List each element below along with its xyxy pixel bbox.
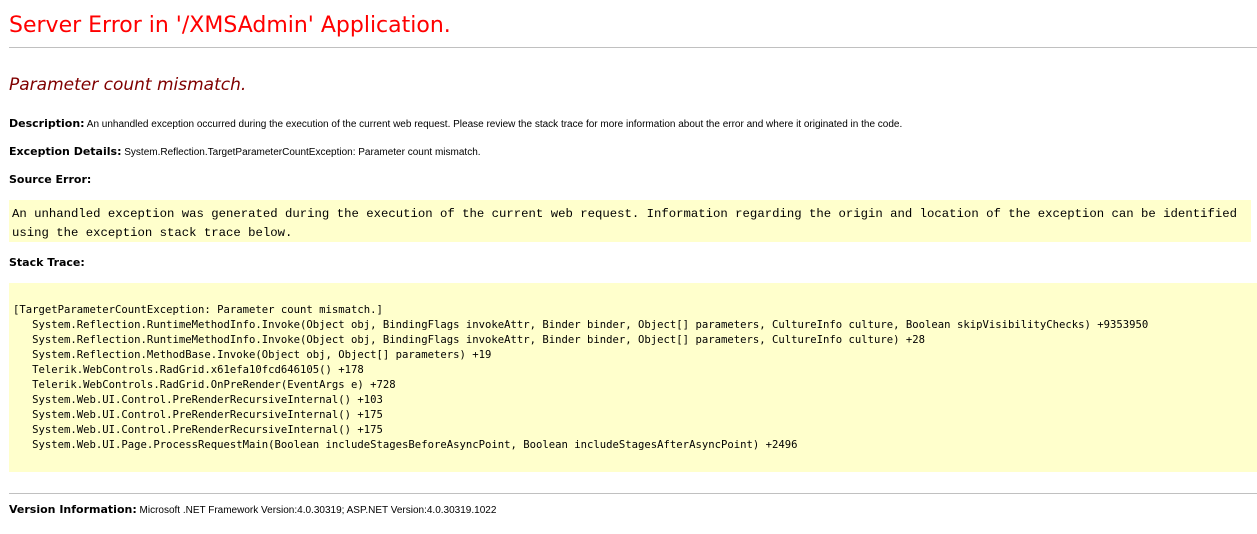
stack-trace-line: System.Reflection.RuntimeMethodInfo.Invo…: [13, 319, 1149, 331]
stack-trace-label: Stack Trace:: [9, 256, 85, 269]
stack-trace-line: Telerik.WebControls.RadGrid.x61efa10fcd6…: [13, 364, 364, 376]
stack-trace-line: System.Reflection.RuntimeMethodInfo.Invo…: [13, 334, 926, 346]
top-divider: [9, 47, 1257, 48]
version-info-row: Version Information: Microsoft .NET Fram…: [9, 503, 496, 516]
source-error-box: An unhandled exception was generated dur…: [9, 200, 1251, 242]
exception-details-text: System.Reflection.TargetParameterCountEx…: [121, 147, 481, 158]
stack-trace-line: [TargetParameterCountException: Paramete…: [13, 304, 383, 316]
stack-trace-line: System.Web.UI.Page.ProcessRequestMain(Bo…: [13, 439, 798, 451]
exception-details-label: Exception Details:: [9, 145, 122, 158]
error-message: Parameter count mismatch.: [9, 75, 247, 95]
description-label: Description:: [9, 117, 85, 130]
stack-trace-line: System.Reflection.MethodBase.Invoke(Obje…: [13, 349, 492, 361]
stack-trace-heading: Stack Trace:: [9, 256, 85, 269]
stack-trace-line: System.Web.UI.Control.PreRenderRecursive…: [13, 394, 383, 406]
stack-trace-line: Telerik.WebControls.RadGrid.OnPreRender(…: [13, 379, 396, 391]
description-text: An unhandled exception occurred during t…: [84, 119, 903, 130]
exception-details-row: Exception Details: System.Reflection.Tar…: [9, 145, 481, 158]
bottom-divider: [9, 493, 1257, 494]
source-error-label: Source Error:: [9, 173, 92, 186]
source-error-text: An unhandled exception was generated dur…: [12, 207, 1237, 240]
version-info-label: Version Information:: [9, 503, 137, 516]
source-error-heading: Source Error:: [9, 173, 91, 186]
version-info-text: Microsoft .NET Framework Version:4.0.303…: [136, 505, 497, 516]
description-row: Description: An unhandled exception occu…: [9, 117, 902, 130]
stack-trace-line: System.Web.UI.Control.PreRenderRecursive…: [13, 409, 383, 421]
stack-trace-box: [TargetParameterCountException: Paramete…: [9, 283, 1257, 472]
page-title: Server Error in '/XMSAdmin' Application.: [9, 13, 451, 38]
stack-trace-line: System.Web.UI.Control.PreRenderRecursive…: [13, 424, 383, 436]
